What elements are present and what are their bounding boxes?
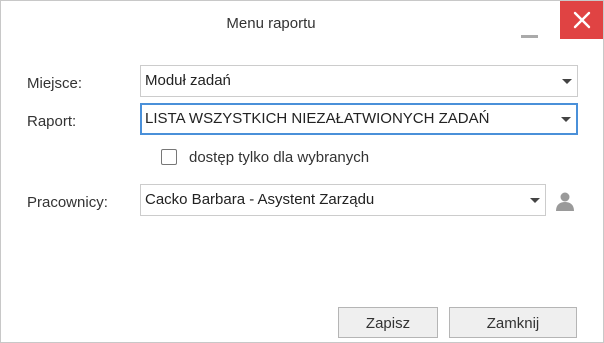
user-icon[interactable] xyxy=(555,191,575,211)
dialog-title: Menu raportu xyxy=(226,15,316,32)
chevron-down-icon xyxy=(530,198,540,203)
report-menu-dialog: Menu raportu Miejsce: Moduł zadań Raport… xyxy=(0,0,604,343)
report-value: LISTA WSZYSTKICH NIEZAŁATWIONYCH ZADAŃ xyxy=(145,110,490,127)
employees-value: Cacko Barbara - Asystent Zarządu xyxy=(145,191,375,208)
report-select[interactable]: LISTA WSZYSTKICH NIEZAŁATWIONYCH ZADAŃ xyxy=(140,103,578,135)
minimize-icon xyxy=(521,35,538,38)
employees-select[interactable]: Cacko Barbara - Asystent Zarządu xyxy=(140,184,546,216)
dialog-titlebar: Menu raportu xyxy=(1,1,603,51)
minimize-button[interactable] xyxy=(514,21,546,43)
chevron-down-icon xyxy=(562,79,572,84)
restrict-access-label: dostęp tylko dla wybranych xyxy=(189,149,370,166)
close-icon xyxy=(573,11,591,29)
save-button[interactable]: Zapisz xyxy=(338,307,438,338)
place-value: Moduł zadań xyxy=(145,72,231,89)
close-dialog-button[interactable] xyxy=(560,1,603,39)
chevron-down-icon xyxy=(561,117,571,122)
place-label: Miejsce: xyxy=(27,75,83,92)
place-select[interactable]: Moduł zadań xyxy=(140,65,578,97)
restrict-access-checkbox[interactable] xyxy=(161,149,177,165)
report-label: Raport: xyxy=(27,113,77,130)
employees-label: Pracownicy: xyxy=(27,194,108,211)
close-button[interactable]: Zamknij xyxy=(449,307,577,338)
